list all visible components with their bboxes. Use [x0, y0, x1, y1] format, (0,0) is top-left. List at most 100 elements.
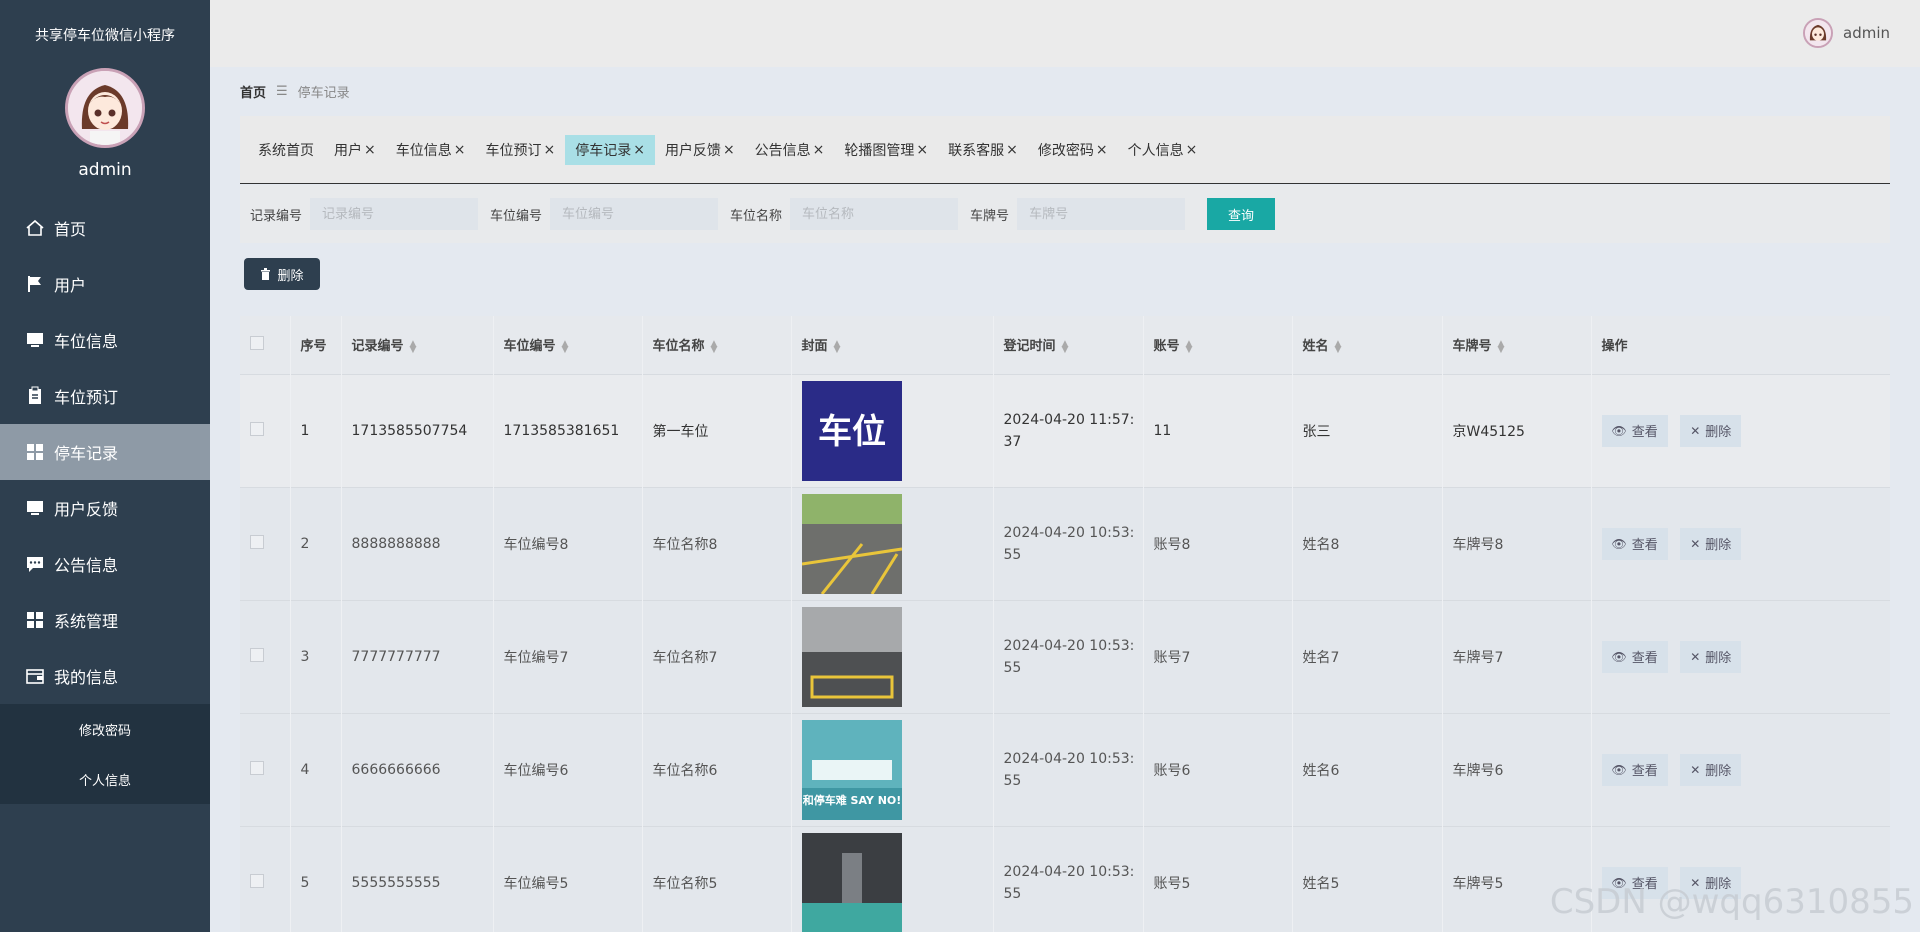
tab-users[interactable]: 用户 ×	[324, 135, 386, 165]
submenu-item-change-password[interactable]: 修改密码	[0, 704, 210, 754]
tab-label: 车位预订	[485, 142, 542, 159]
cover-image[interactable]	[801, 832, 902, 932]
table-row[interactable]: 2 8888888888 车位编号8 车位名称8 2024-04-20 10:5…	[240, 486, 1890, 600]
view-button[interactable]: 👁 查看	[1601, 640, 1668, 673]
sidebar-item-system[interactable]: 系统管理	[0, 592, 210, 648]
row-checkbox[interactable]	[250, 760, 264, 775]
cell-record-no: 5555555555	[341, 825, 494, 932]
row-checkbox[interactable]	[250, 421, 264, 436]
plate-label: 车牌号	[970, 208, 1010, 224]
sidebar-item-feedback[interactable]: 用户反馈	[0, 480, 210, 536]
close-icon[interactable]: ×	[1186, 142, 1198, 158]
tab-change-password[interactable]: 修改密码 ×	[1028, 135, 1118, 165]
tab-personal-info[interactable]: 个人信息 ×	[1118, 135, 1208, 165]
bulk-delete-button[interactable]: 删除	[244, 258, 320, 290]
tab-label: 联系客服	[948, 142, 1005, 159]
delete-label: 删除	[1705, 537, 1732, 552]
tab-label: 车位信息	[395, 142, 452, 159]
breadcrumb-home[interactable]: 首页	[240, 82, 266, 101]
sort-icon[interactable]: ▲ ▼	[834, 339, 841, 354]
tab-support[interactable]: 联系客服 ×	[938, 135, 1028, 165]
cover-image[interactable]: 车位	[801, 380, 902, 481]
tab-spot-booking[interactable]: 车位预订 ×	[475, 135, 565, 165]
plate-input[interactable]	[1017, 198, 1186, 230]
sort-icon[interactable]: ▲ ▼	[1186, 339, 1193, 354]
row-checkbox[interactable]	[250, 873, 264, 888]
submenu-item-personal-info[interactable]: 个人信息	[0, 754, 210, 804]
delete-button[interactable]: ✕ 删除	[1680, 414, 1742, 447]
header-spot-name[interactable]: 车位名称 ▲ ▼	[642, 316, 792, 374]
table-row[interactable]: 1 1713585507754 1713585381651 第一车位 车位 20…	[240, 373, 1890, 487]
sidebar-item-my-info[interactable]: 我的信息	[0, 648, 210, 704]
header-spot-no[interactable]: 车位编号 ▲ ▼	[493, 316, 643, 374]
view-button[interactable]: 👁 查看	[1601, 753, 1668, 786]
spot-name-input[interactable]	[790, 198, 959, 230]
tab-parking-records[interactable]: 停车记录 ×	[565, 134, 655, 165]
sidebar-item-spot-info[interactable]: 车位信息	[0, 312, 210, 368]
cell-spot-no: 车位编号5	[493, 825, 643, 932]
avatar-image-icon	[1805, 20, 1831, 46]
spot-no-label: 车位编号	[490, 208, 543, 224]
sidebar-item-home[interactable]: 首页	[0, 200, 210, 256]
sidebar-item-announcements[interactable]: 公告信息	[0, 536, 210, 592]
record-no-label: 记录编号	[250, 208, 303, 224]
delete-button[interactable]: ✕ 删除	[1680, 640, 1742, 673]
cell-account: 账号8	[1143, 486, 1293, 600]
tab-feedback[interactable]: 用户反馈 ×	[655, 135, 745, 165]
sidebar-item-spot-booking[interactable]: 车位预订	[0, 368, 210, 424]
close-icon[interactable]: ×	[723, 142, 735, 158]
cover-image[interactable]	[801, 493, 902, 594]
search-button[interactable]: 查询	[1207, 198, 1276, 230]
tab-spot-info[interactable]: 车位信息 ×	[386, 135, 476, 165]
cell-record-no: 8888888888	[341, 486, 494, 600]
cover-image[interactable]: 和停车难 SAY NO!	[801, 719, 902, 820]
breadcrumb-current: 停车记录	[297, 86, 350, 101]
close-icon[interactable]: ×	[916, 142, 928, 158]
sort-icon[interactable]: ▲ ▼	[1498, 339, 1505, 354]
header-cover[interactable]: 封面 ▲ ▼	[791, 316, 994, 374]
tab-system-home[interactable]: 系统首页	[248, 135, 324, 165]
cell-index: 1	[290, 373, 342, 487]
view-label: 查看	[1631, 763, 1658, 778]
close-icon[interactable]: ×	[813, 142, 825, 158]
sort-icon[interactable]: ▲ ▼	[1062, 339, 1069, 354]
user-menu[interactable]: admin	[1803, 18, 1890, 48]
close-icon[interactable]: ×	[543, 142, 555, 158]
avatar[interactable]	[65, 68, 145, 148]
close-icon[interactable]: ×	[364, 142, 376, 158]
header-account[interactable]: 账号 ▲ ▼	[1143, 316, 1293, 374]
record-no-input[interactable]	[310, 198, 479, 230]
view-button[interactable]: 👁 查看	[1601, 527, 1668, 560]
sidebar-item-parking-records[interactable]: 停车记录	[0, 424, 210, 480]
row-checkbox[interactable]	[250, 534, 264, 549]
cell-name: 姓名5	[1292, 825, 1443, 932]
table-row[interactable]: 4 6666666666 车位编号6 车位名称6 和停车难 SAY NO! 20…	[240, 712, 1890, 826]
close-icon[interactable]: ×	[1006, 142, 1018, 158]
close-icon[interactable]: ×	[633, 142, 645, 158]
table-row[interactable]: 3 7777777777 车位编号7 车位名称7 2024-04-20 10:5…	[240, 599, 1890, 713]
header-name[interactable]: 姓名 ▲ ▼	[1292, 316, 1443, 374]
sort-icon[interactable]: ▲ ▼	[410, 339, 417, 354]
row-checkbox[interactable]	[250, 647, 264, 662]
topbar: admin	[210, 0, 1920, 67]
sidebar-item-users[interactable]: 用户	[0, 256, 210, 312]
row-select-cell	[240, 599, 291, 713]
sort-icon[interactable]: ▲ ▼	[711, 339, 718, 354]
tab-carousel[interactable]: 轮播图管理 ×	[834, 135, 938, 165]
delete-button[interactable]: ✕ 删除	[1680, 527, 1742, 560]
header-record-no[interactable]: 记录编号 ▲ ▼	[341, 316, 494, 374]
select-all-checkbox[interactable]	[250, 335, 264, 350]
eye-icon: 👁	[1611, 649, 1627, 664]
tab-announcements[interactable]: 公告信息 ×	[745, 135, 835, 165]
close-icon[interactable]: ×	[1096, 142, 1108, 158]
cell-plate: 车牌号7	[1442, 599, 1592, 713]
sort-icon[interactable]: ▲ ▼	[1335, 339, 1342, 354]
cover-image[interactable]	[801, 606, 902, 707]
view-button[interactable]: 👁 查看	[1601, 414, 1668, 447]
sort-icon[interactable]: ▲ ▼	[562, 339, 569, 354]
header-time[interactable]: 登记时间 ▲ ▼	[993, 316, 1144, 374]
header-plate[interactable]: 车牌号 ▲ ▼	[1442, 316, 1592, 374]
close-icon[interactable]: ×	[454, 142, 466, 158]
delete-button[interactable]: ✕ 删除	[1680, 753, 1742, 786]
spot-no-input[interactable]	[550, 198, 719, 230]
